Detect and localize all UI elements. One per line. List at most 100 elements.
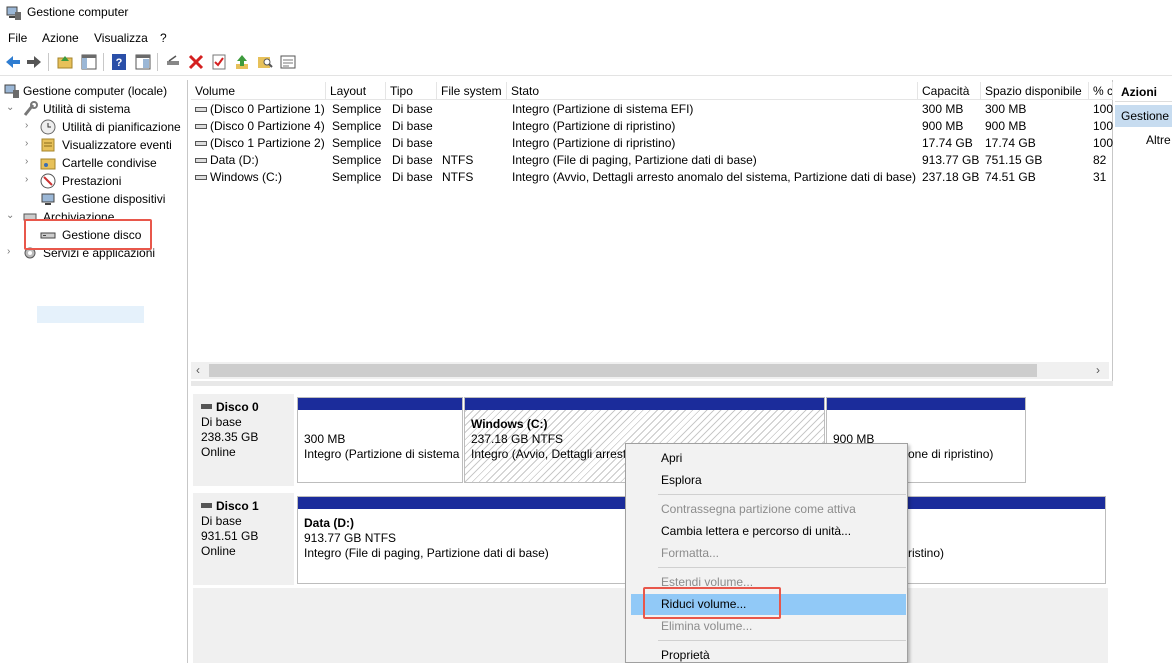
properties-sheet-icon[interactable] bbox=[279, 53, 297, 71]
table-row[interactable]: (Disco 0 Partizione 4) Semplice Di base Int… bbox=[191, 118, 1113, 135]
cell-volume: (Disco 0 Partizione 1) bbox=[195, 102, 325, 116]
clock-icon bbox=[40, 119, 56, 135]
table-row[interactable]: (Disco 0 Partizione 1) Semplice Di base Int… bbox=[191, 101, 1113, 118]
cell-filesystem: NTFS bbox=[442, 153, 474, 167]
menu-azione[interactable]: Azione bbox=[42, 31, 79, 45]
cell-tipo: Di base bbox=[392, 170, 433, 184]
table-row[interactable]: Data (D:) Semplice Di base NTFS Integro (Fil… bbox=[191, 152, 1113, 169]
partition-name: Data (D:) bbox=[304, 516, 354, 530]
delete-icon[interactable] bbox=[187, 53, 205, 71]
disk-icon bbox=[201, 404, 212, 409]
cell-tipo: Di base bbox=[392, 119, 433, 133]
partition-efi[interactable]: 300 MB Integro (Partizione di sistema bbox=[297, 397, 463, 483]
column-header-percent[interactable]: % c bbox=[1089, 82, 1113, 100]
forward-arrow-icon[interactable] bbox=[25, 53, 43, 71]
cell-percent: 100 bbox=[1093, 102, 1113, 116]
menu-item-properties[interactable]: Proprietà bbox=[661, 648, 710, 662]
chevron-right-icon[interactable]: › bbox=[7, 247, 17, 257]
scroll-right-icon[interactable]: › bbox=[1096, 363, 1100, 377]
actions-section-gestione[interactable]: Gestione bbox=[1115, 105, 1172, 127]
menu-bar: File Azione Visualizza ? bbox=[0, 28, 1172, 48]
actions-pane: Azioni Gestione Altre bbox=[1115, 80, 1172, 663]
volume-icon bbox=[195, 158, 207, 163]
cell-layout: Semplice bbox=[332, 170, 382, 184]
cell-stato: Integro (Partizione di sistema EFI) bbox=[512, 102, 694, 116]
cell-spazio: 74.51 GB bbox=[985, 170, 1036, 184]
cell-capacita: 913.77 GB bbox=[922, 153, 980, 167]
tree-item-label: Utilità di pianificazione bbox=[62, 120, 181, 134]
cell-stato: Integro (Partizione di ripristino) bbox=[512, 136, 676, 150]
menu-help[interactable]: ? bbox=[160, 31, 167, 45]
tree-item-label: Prestazioni bbox=[62, 174, 122, 188]
scroll-left-icon[interactable]: ‹ bbox=[196, 363, 200, 377]
connect-icon[interactable] bbox=[164, 53, 182, 71]
column-header-spazio[interactable]: Spazio disponibile bbox=[981, 82, 1089, 100]
horizontal-scrollbar[interactable]: ‹ › bbox=[191, 362, 1109, 379]
partition-size: 300 MB bbox=[304, 432, 346, 446]
partition-status: Integro (File di paging, Partizione dati… bbox=[304, 546, 549, 560]
volume-list-header: Volume Layout Tipo File system Stato Cap… bbox=[191, 82, 1113, 100]
column-header-filesystem[interactable]: File system bbox=[437, 82, 507, 100]
cell-stato: Integro (Avvio, Dettagli arresto anomalo… bbox=[512, 170, 916, 184]
chevron-down-icon[interactable]: ⌄ bbox=[6, 103, 16, 113]
volume-icon bbox=[195, 107, 207, 112]
cell-capacita: 900 MB bbox=[922, 119, 964, 133]
tree-item-label: Visualizzatore eventi bbox=[62, 138, 172, 152]
menu-visualizza[interactable]: Visualizza bbox=[94, 31, 148, 45]
toolbar-separator bbox=[103, 53, 104, 71]
toolbar-separator bbox=[48, 53, 49, 71]
chevron-down-icon[interactable]: ⌄ bbox=[6, 211, 16, 221]
disk0-label[interactable]: Disco 0 Di base 238.35 GB Online bbox=[193, 394, 294, 486]
chevron-right-icon[interactable]: › bbox=[25, 157, 35, 167]
cell-layout: Semplice bbox=[332, 119, 382, 133]
cell-percent: 100 bbox=[1093, 136, 1113, 150]
column-header-volume[interactable]: Volume bbox=[191, 82, 326, 100]
table-row[interactable]: Windows (C:) Semplice Di base NTFS Integro (… bbox=[191, 169, 1113, 186]
cell-layout: Semplice bbox=[332, 102, 382, 116]
volume-icon bbox=[195, 175, 207, 180]
cell-volume: Windows (C:) bbox=[195, 170, 325, 184]
cell-volume: (Disco 1 Partizione 2) bbox=[195, 136, 325, 150]
device-manager-icon bbox=[41, 193, 55, 205]
chevron-right-icon[interactable]: › bbox=[25, 175, 35, 185]
cell-layout: Semplice bbox=[332, 153, 382, 167]
menu-item-format[interactable]: Formatta... bbox=[661, 546, 719, 560]
search-folder-icon[interactable] bbox=[256, 53, 274, 71]
column-header-capacita[interactable]: Capacità bbox=[918, 82, 981, 100]
volume-icon bbox=[195, 124, 207, 129]
cell-spazio: 751.15 GB bbox=[985, 153, 1043, 167]
cell-volume: Data (D:) bbox=[195, 153, 325, 167]
up-arrow-icon[interactable] bbox=[233, 53, 251, 71]
check-icon[interactable] bbox=[210, 53, 228, 71]
selection-background bbox=[37, 306, 144, 323]
partition-name: Windows (C:) bbox=[471, 417, 548, 431]
cell-percent: 82 bbox=[1093, 153, 1107, 167]
cell-spazio: 900 MB bbox=[985, 119, 1027, 133]
menu-file[interactable]: File bbox=[8, 31, 27, 45]
menu-item-explore[interactable]: Esplora bbox=[661, 473, 702, 487]
column-header-tipo[interactable]: Tipo bbox=[386, 82, 437, 100]
back-arrow-icon[interactable] bbox=[4, 53, 22, 71]
disk1-label[interactable]: Disco 1 Di base 931.51 GB Online bbox=[193, 493, 294, 585]
menu-item-open[interactable]: Apri bbox=[661, 451, 682, 465]
menu-item-delete[interactable]: Elimina volume... bbox=[661, 619, 752, 633]
properties-icon[interactable] bbox=[134, 53, 152, 71]
menu-item-change-letter[interactable]: Cambia lettera e percorso di unità... bbox=[661, 524, 851, 538]
help-icon[interactable]: ? bbox=[110, 53, 128, 71]
chevron-right-icon[interactable]: › bbox=[25, 121, 35, 131]
disk1-status: Online bbox=[201, 544, 236, 558]
cell-tipo: Di base bbox=[392, 102, 433, 116]
column-header-stato[interactable]: Stato bbox=[507, 82, 918, 100]
toolbar: ? bbox=[0, 49, 1172, 76]
cell-percent: 31 bbox=[1093, 170, 1107, 184]
tree-item-label: Utilità di sistema bbox=[43, 102, 131, 116]
table-row[interactable]: (Disco 1 Partizione 2) Semplice Di base Int… bbox=[191, 135, 1113, 152]
menu-item-mark-active[interactable]: Contrassegna partizione come attiva bbox=[661, 502, 856, 516]
scrollbar-thumb[interactable] bbox=[209, 364, 1037, 377]
chevron-right-icon[interactable]: › bbox=[25, 139, 35, 149]
actions-more[interactable]: Altre bbox=[1146, 133, 1172, 147]
column-header-layout[interactable]: Layout bbox=[326, 82, 386, 100]
show-hide-tree-icon[interactable] bbox=[80, 53, 98, 71]
tree-item-label: Gestione dispositivi bbox=[62, 192, 166, 206]
up-folder-icon[interactable] bbox=[56, 53, 74, 71]
